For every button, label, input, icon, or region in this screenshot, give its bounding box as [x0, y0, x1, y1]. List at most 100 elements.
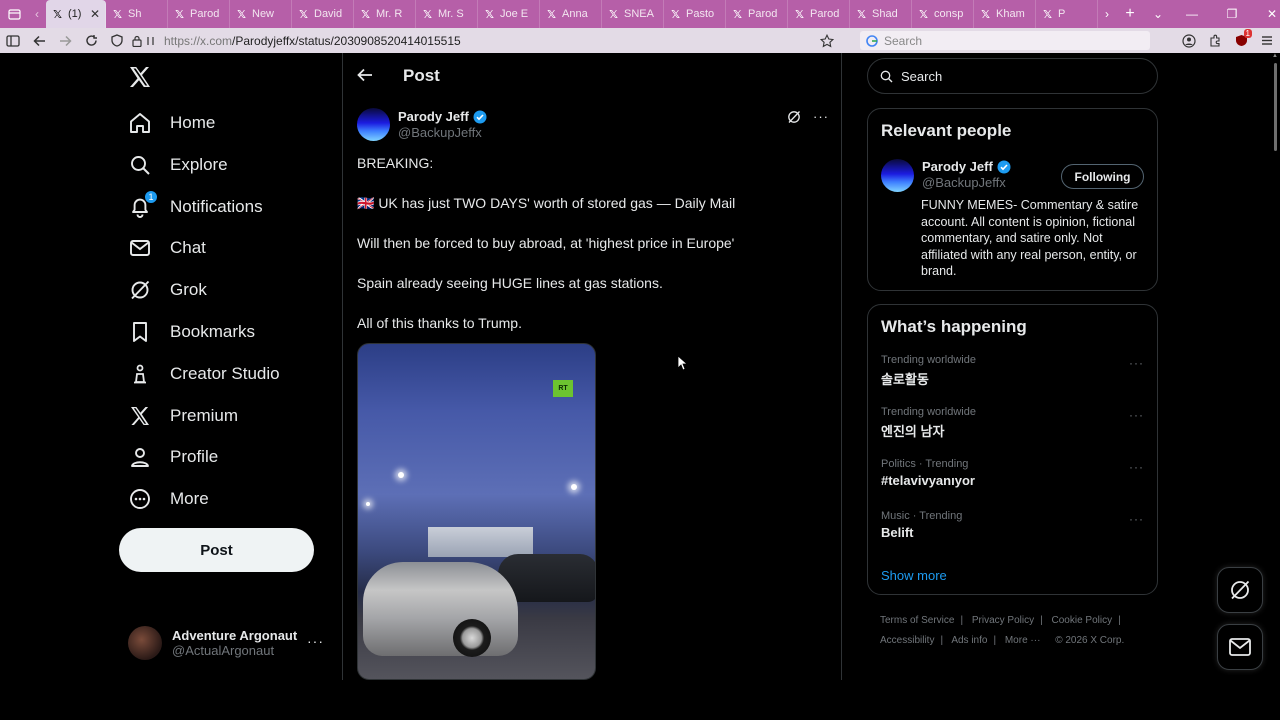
browser-tab[interactable]: 𝕏 Parod: [726, 0, 788, 28]
post-video[interactable]: RT: [357, 343, 596, 680]
nav-item-more[interactable]: More: [128, 479, 209, 519]
bookmark-star-icon[interactable]: [814, 28, 840, 53]
extensions-icon[interactable]: [1202, 28, 1228, 53]
x-favicon-icon: 𝕏: [53, 8, 62, 21]
nav-item-creator-studio[interactable]: Creator Studio: [128, 354, 280, 394]
browser-tab[interactable]: 𝕏 (1) ✕: [46, 0, 106, 28]
footer-link[interactable]: Ads info: [951, 635, 987, 646]
trend-item[interactable]: Trending worldwide 엔진의 남자 ···: [881, 406, 1146, 446]
relevant-user-handle[interactable]: @BackupJeffx: [922, 175, 1011, 190]
following-button[interactable]: Following: [1061, 164, 1144, 189]
grok-float-button[interactable]: [1217, 567, 1263, 613]
nav-item-label: Bookmarks: [170, 322, 256, 341]
forward-icon[interactable]: [52, 28, 78, 53]
browser-tab[interactable]: 𝕏 Sh: [106, 0, 168, 28]
post-more-icon[interactable]: ···: [813, 109, 829, 124]
minimize-icon[interactable]: —: [1172, 0, 1212, 28]
new-tab-icon[interactable]: +: [1116, 0, 1144, 28]
tab-list-icon[interactable]: ⌄: [1144, 0, 1172, 28]
trend-more-icon[interactable]: ···: [1129, 408, 1144, 422]
trend-item[interactable]: Politics · Trending #telavivyanıyor ···: [881, 458, 1146, 498]
nav-item-profile[interactable]: Profile: [128, 437, 218, 477]
ublock-icon[interactable]: 1: [1228, 28, 1254, 53]
bell-icon: 1: [128, 189, 158, 219]
scroll-up-icon[interactable]: ▲: [1272, 53, 1278, 59]
nav-item-chat[interactable]: Chat: [128, 228, 206, 268]
messages-float-button[interactable]: [1217, 624, 1263, 670]
tab-overview-icon[interactable]: [0, 0, 28, 28]
nav-item-premium[interactable]: Premium: [128, 396, 238, 436]
browser-tab[interactable]: 𝕏 David: [292, 0, 354, 28]
tab-scroll-left-icon[interactable]: ‹: [28, 0, 46, 28]
account-more-icon[interactable]: ···: [307, 633, 324, 649]
url-path: /Parodyjeffx/status/2030908520414015515: [232, 33, 461, 48]
trend-item[interactable]: Music · Trending Belift ···: [881, 510, 1146, 550]
browser-tab[interactable]: 𝕏 Mr. S: [416, 0, 478, 28]
search-icon: [880, 70, 893, 82]
trend-meta: Trending worldwide: [881, 406, 976, 418]
menu-icon[interactable]: [1254, 28, 1280, 53]
nav-item-explore[interactable]: Explore: [128, 145, 228, 185]
browser-search-field[interactable]: Search: [860, 31, 1150, 50]
footer-link[interactable]: Terms of Service: [880, 615, 954, 626]
nav-item-home[interactable]: Home: [128, 103, 215, 143]
nav-item-grok[interactable]: Grok: [128, 270, 207, 310]
permissions-icon[interactable]: [144, 28, 158, 53]
footer-link[interactable]: Accessibility: [880, 635, 934, 646]
page-scrollbar[interactable]: ▲: [1271, 53, 1280, 680]
browser-tab[interactable]: 𝕏 New: [230, 0, 292, 28]
tab-scroll-right-icon[interactable]: ›: [1098, 0, 1116, 28]
relevant-user-name[interactable]: Parody Jeff: [922, 159, 993, 174]
nav-item-label: Notifications: [170, 196, 263, 216]
nav-item-notifications[interactable]: 1 Notifications: [128, 187, 263, 227]
post-button[interactable]: Post: [119, 528, 314, 572]
browser-tab[interactable]: 𝕏 Anna: [540, 0, 602, 28]
show-more-link[interactable]: Show more: [881, 568, 947, 583]
close-tab-icon[interactable]: ✕: [90, 7, 100, 21]
close-window-icon[interactable]: ✕: [1252, 0, 1280, 28]
browser-tab[interactable]: 𝕏 SNEA: [602, 0, 664, 28]
post-author[interactable]: Parody Jeff @BackupJeffx: [357, 108, 487, 141]
trend-item[interactable]: Trending worldwide 솔로활동 ···: [881, 354, 1146, 394]
video-car: [363, 562, 518, 656]
account-icon[interactable]: [1176, 28, 1202, 53]
x-favicon-icon: 𝕏: [361, 8, 370, 21]
browser-tab[interactable]: 𝕏 Parod: [788, 0, 850, 28]
sidebar-toggle-icon[interactable]: [0, 28, 26, 53]
footer-link[interactable]: Privacy Policy: [972, 615, 1034, 626]
author-name[interactable]: Parody Jeff: [398, 109, 469, 124]
avatar[interactable]: [357, 108, 390, 141]
back-icon[interactable]: [26, 28, 52, 53]
trend-more-icon[interactable]: ···: [1129, 460, 1144, 474]
browser-tab[interactable]: 𝕏 Kham: [974, 0, 1036, 28]
back-arrow-icon[interactable]: [357, 67, 375, 85]
reload-icon[interactable]: [78, 28, 104, 53]
search-input[interactable]: Search: [867, 58, 1158, 94]
author-handle[interactable]: @BackupJeffx: [398, 125, 487, 140]
account-switcher[interactable]: Adventure Argonaut @ActualArgonaut ···: [128, 621, 328, 665]
trend-more-icon[interactable]: ···: [1129, 356, 1144, 370]
footer-link[interactable]: Cookie Policy: [1052, 615, 1113, 626]
browser-tab[interactable]: 𝕏 Parod: [168, 0, 230, 28]
avatar[interactable]: [881, 159, 914, 192]
x-favicon-icon: 𝕏: [237, 8, 246, 21]
scroll-thumb[interactable]: [1274, 63, 1277, 151]
browser-tab[interactable]: 𝕏consp: [912, 0, 974, 28]
browser-tab[interactable]: 𝕏 Mr. R: [354, 0, 416, 28]
lock-icon[interactable]: [130, 28, 144, 53]
browser-tab[interactable]: 𝕏 Pasto: [664, 0, 726, 28]
url-field[interactable]: https://x.com/Parodyjeffx/status/2030908…: [164, 34, 814, 48]
browser-tab[interactable]: 𝕏 Shad: [850, 0, 912, 28]
trend-more-icon[interactable]: ···: [1129, 512, 1144, 526]
relevant-user[interactable]: Parody Jeff @BackupJeffx: [881, 159, 1011, 192]
grok-icon[interactable]: [787, 110, 801, 124]
post-text-line: BREAKING:: [357, 155, 434, 171]
x-logo-icon[interactable]: [128, 65, 154, 91]
nav-item-bookmarks[interactable]: Bookmarks: [128, 312, 255, 352]
shield-icon[interactable]: [104, 28, 130, 53]
browser-tab[interactable]: 𝕏 Joe E: [478, 0, 540, 28]
tab-label: Parod: [810, 8, 840, 20]
restore-icon[interactable]: ❐: [1212, 0, 1252, 28]
footer-link[interactable]: More ···: [1005, 635, 1041, 646]
browser-tab[interactable]: 𝕏P: [1036, 0, 1098, 28]
